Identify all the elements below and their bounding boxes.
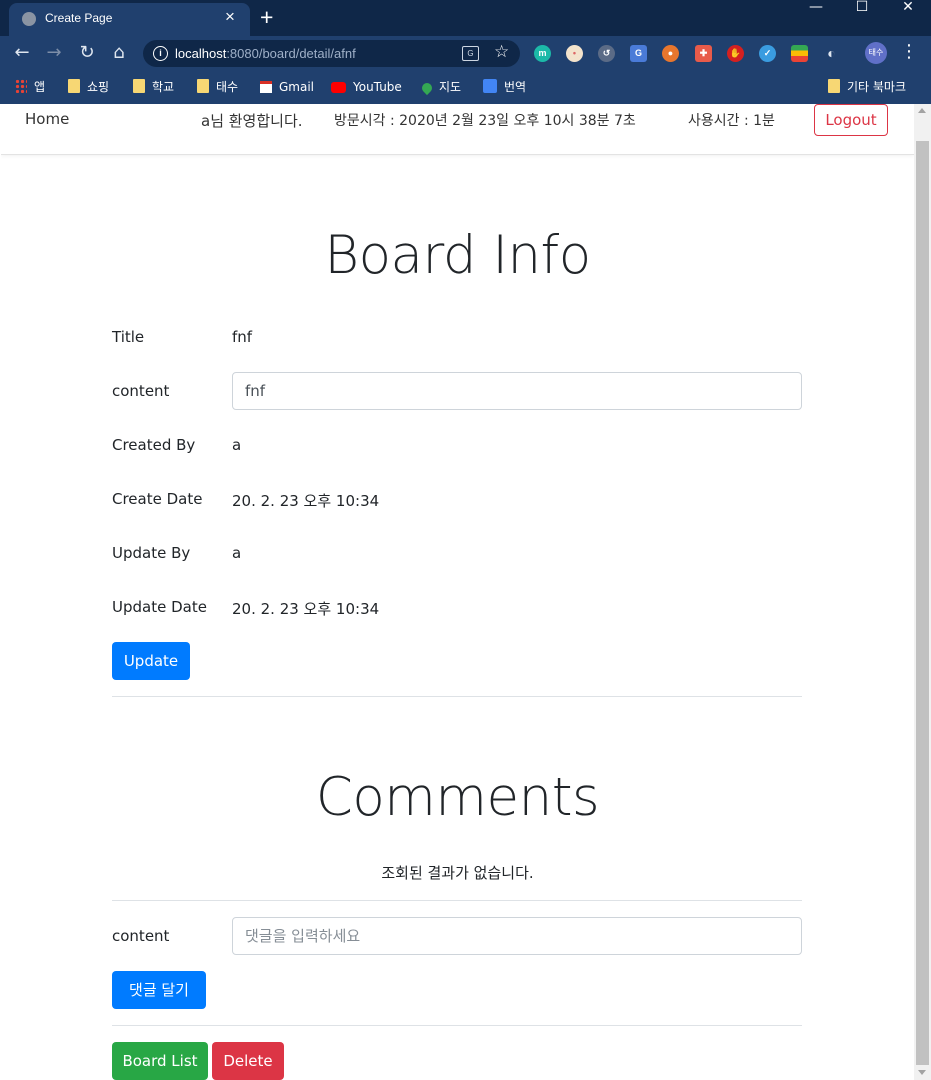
bookmark-taesu[interactable]: 태수 bbox=[197, 78, 238, 96]
gmail-icon bbox=[260, 81, 272, 93]
bookmark-other[interactable]: 기타 북마크 bbox=[828, 78, 906, 96]
comment-input[interactable]: 댓글을 입력하세요 bbox=[232, 917, 802, 955]
extension-capsule-icon[interactable]: • bbox=[566, 45, 583, 62]
title-value: fnf bbox=[232, 328, 253, 346]
minimize-button[interactable]: — bbox=[793, 0, 839, 22]
bookmark-maps[interactable]: 지도 bbox=[419, 78, 462, 96]
translate-page-icon[interactable]: G bbox=[462, 46, 479, 61]
content-field[interactable]: fnf bbox=[232, 372, 802, 410]
welcome-text: a님 환영합니다. bbox=[201, 112, 303, 130]
browser-tab[interactable]: Create Page × bbox=[9, 3, 250, 36]
submit-comment-button[interactable]: 댓글 달기 bbox=[112, 971, 206, 1009]
apps-grid-icon bbox=[15, 79, 27, 93]
comment-content-label: content bbox=[112, 927, 170, 945]
close-window-button[interactable]: ✕ bbox=[885, 0, 931, 22]
bookmark-shopping[interactable]: 쇼핑 bbox=[68, 78, 109, 96]
bookmark-label: 기타 북마크 bbox=[847, 80, 907, 94]
browser-toolbar: ← → ↻ ⌂ i localhost:8080/board/detail/af… bbox=[0, 36, 931, 71]
bookmark-label: 학교 bbox=[152, 80, 175, 94]
section-divider bbox=[112, 696, 802, 697]
board-info-heading: Board Info bbox=[324, 225, 591, 286]
scrollbar-thumb[interactable] bbox=[916, 141, 929, 1065]
tab-close-icon[interactable]: × bbox=[225, 7, 235, 27]
browser-menu-icon[interactable]: ⋮ bbox=[900, 40, 918, 64]
extension-color-icon[interactable] bbox=[791, 45, 808, 62]
new-tab-button[interactable]: + bbox=[260, 4, 273, 30]
bookmark-label: 태수 bbox=[216, 80, 239, 94]
extension-translate-icon[interactable]: G bbox=[630, 45, 647, 62]
extension-check-icon[interactable]: ✓ bbox=[759, 45, 776, 62]
folder-icon bbox=[828, 79, 840, 93]
bookmark-gmail[interactable]: Gmail bbox=[260, 78, 314, 96]
folder-icon bbox=[197, 79, 209, 93]
content-label: content bbox=[112, 382, 170, 400]
back-arrow-icon[interactable]: ← bbox=[10, 41, 34, 65]
url-path: :8080/board/detail/afnf bbox=[226, 46, 356, 61]
bookmark-label: 앱 bbox=[34, 80, 46, 94]
bookmark-label: 쇼핑 bbox=[87, 80, 110, 94]
scroll-up-arrow-icon[interactable] bbox=[918, 108, 926, 113]
update-by-value: a bbox=[232, 544, 242, 562]
extension-mouse-icon[interactable]: ◐ bbox=[823, 45, 840, 62]
create-date-label: Create Date bbox=[112, 490, 203, 508]
comments-empty-message: 조회된 결과가 없습니다. bbox=[381, 864, 534, 882]
visit-time-text: 방문시각 : 2020년 2월 23일 오후 10시 38분 7초 bbox=[334, 113, 636, 129]
extension-firefox-icon[interactable]: ● bbox=[662, 45, 679, 62]
home-icon[interactable]: ⌂ bbox=[107, 41, 131, 65]
browser-titlebar: Create Page × + — ☐ ✕ bbox=[0, 0, 931, 36]
comments-heading: Comments bbox=[315, 767, 600, 828]
delete-button[interactable]: Delete bbox=[212, 1042, 284, 1080]
create-date-value: 20. 2. 23 오후 10:34 bbox=[232, 492, 380, 510]
update-date-label: Update Date bbox=[112, 598, 207, 616]
board-list-button[interactable]: Board List bbox=[112, 1042, 208, 1080]
address-bar[interactable]: i localhost:8080/board/detail/afnf G ☆ bbox=[143, 40, 520, 67]
folder-icon bbox=[133, 79, 145, 93]
maps-icon bbox=[419, 80, 435, 96]
bookmark-youtube[interactable]: YouTube bbox=[331, 78, 402, 96]
translate-icon bbox=[483, 79, 497, 93]
reload-icon[interactable]: ↻ bbox=[75, 41, 99, 65]
scroll-down-arrow-icon[interactable] bbox=[918, 1070, 926, 1075]
profile-avatar[interactable]: 태수 bbox=[865, 42, 887, 64]
bookmark-translate[interactable]: 번역 bbox=[483, 78, 526, 96]
update-date-value: 20. 2. 23 오후 10:34 bbox=[232, 600, 380, 618]
update-by-label: Update By bbox=[112, 544, 191, 562]
site-navbar: Home a님 환영합니다. 방문시각 : 2020년 2월 23일 오후 10… bbox=[1, 104, 914, 155]
extension-gift-icon[interactable]: ✚ bbox=[695, 45, 712, 62]
extension-sync-icon[interactable]: ↺ bbox=[598, 45, 615, 62]
title-label: Title bbox=[112, 328, 145, 346]
page-viewport: Home a님 환영합니다. 방문시각 : 2020년 2월 23일 오후 10… bbox=[1, 104, 914, 1080]
created-by-value: a bbox=[232, 436, 242, 454]
url-text[interactable]: localhost:8080/board/detail/afnf bbox=[175, 46, 356, 61]
bookmark-label: 지도 bbox=[439, 80, 462, 94]
created-by-label: Created By bbox=[112, 436, 196, 454]
folder-icon bbox=[68, 79, 80, 93]
forward-arrow-icon[interactable]: → bbox=[42, 41, 66, 65]
comments-divider bbox=[112, 900, 802, 901]
bookmark-label: Gmail bbox=[279, 80, 315, 94]
update-button[interactable]: Update bbox=[112, 642, 190, 680]
logout-button[interactable]: Logout bbox=[814, 104, 888, 136]
globe-icon bbox=[22, 12, 36, 26]
bookmark-star-icon[interactable]: ☆ bbox=[494, 42, 509, 62]
bookmark-label: YouTube bbox=[353, 80, 402, 94]
bookmarks-bar: 앱 쇼핑 학교 태수 Gmail YouTube 지도 번역 기타 북마크 bbox=[0, 71, 931, 104]
usage-time-text: 사용시간 : 1분 bbox=[688, 113, 775, 129]
tab-title: Create Page bbox=[45, 11, 113, 25]
actions-divider bbox=[112, 1025, 802, 1026]
page-scrollbar[interactable] bbox=[914, 104, 931, 1080]
youtube-icon bbox=[331, 82, 346, 93]
extension-m-icon[interactable]: m bbox=[534, 45, 551, 62]
bookmark-label: 번역 bbox=[504, 80, 527, 94]
url-host: localhost bbox=[175, 46, 227, 61]
bookmark-apps[interactable]: 앱 bbox=[15, 78, 45, 96]
nav-home-link[interactable]: Home bbox=[25, 110, 69, 128]
maximize-button[interactable]: ☐ bbox=[839, 0, 885, 22]
site-info-icon[interactable]: i bbox=[153, 46, 168, 61]
bookmark-school[interactable]: 학교 bbox=[133, 78, 174, 96]
extension-stop-icon[interactable]: ✋ bbox=[727, 45, 744, 62]
